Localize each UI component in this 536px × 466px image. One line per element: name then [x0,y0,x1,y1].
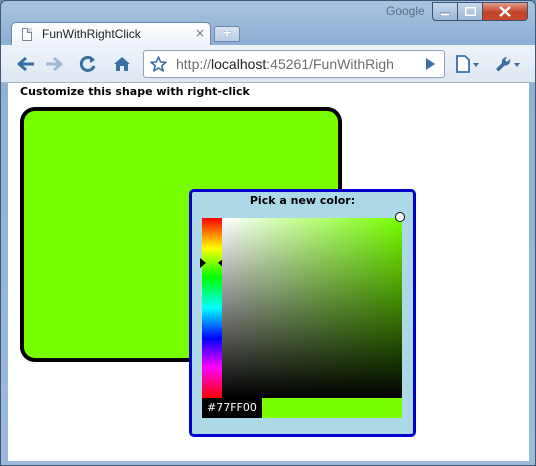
minimize-icon [440,12,450,16]
tab-close-icon[interactable]: × [195,26,205,40]
picker-title: Pick a new color: [249,194,356,207]
forward-button[interactable] [41,51,67,77]
new-tab-button[interactable]: + [214,26,240,42]
forward-arrow-icon [46,56,63,72]
star-icon[interactable] [150,56,167,72]
url-host: localhost [211,56,267,72]
browser-window: Google FunWithRightClick × + http://loca… [0,0,536,466]
color-cursor[interactable] [395,212,405,222]
color-picker-popup: Pick a new color: #77FF00 [189,189,416,437]
address-bar[interactable]: http://localhost:45261/FunWithRigh [143,50,445,78]
page-menu-button[interactable] [451,51,483,77]
hue-slider[interactable] [202,218,222,398]
page-viewport: Customize this shape with right-click Pi… [8,83,529,461]
close-window-button[interactable] [482,2,528,21]
tab-title: FunWithRightClick [42,27,141,41]
back-arrow-icon [17,56,34,72]
url-scheme: http:// [176,56,212,72]
address-text: http://localhost:45261/FunWithRigh [176,56,394,72]
maximize-icon [464,7,476,16]
page-heading: Customize this shape with right-click [20,85,250,98]
tools-menu-button[interactable] [491,51,525,77]
home-button[interactable] [109,51,135,77]
play-arrow-icon [426,58,435,70]
go-button[interactable] [417,51,443,77]
brand-label: Google [386,4,425,18]
toolbar: http://localhost:45261/FunWithRigh [1,45,535,83]
tab-funwithrightclick[interactable]: FunWithRightClick × [11,22,211,46]
url-path: :45261/FunWithRigh [266,56,394,72]
hue-marker-left-icon[interactable] [200,258,206,268]
home-icon [114,57,130,71]
maximize-button[interactable] [457,2,483,21]
saturation-value-area[interactable] [222,218,402,398]
wrench-icon [496,56,520,72]
reload-button[interactable] [75,51,101,77]
page-favicon-icon [22,28,32,41]
hex-value: #77FF00 [202,398,262,418]
close-icon [499,6,511,17]
color-preview-swatch [262,398,402,418]
back-button[interactable] [13,51,39,77]
reload-icon [79,55,96,72]
page-icon [456,55,479,73]
minimize-button[interactable] [432,2,458,21]
